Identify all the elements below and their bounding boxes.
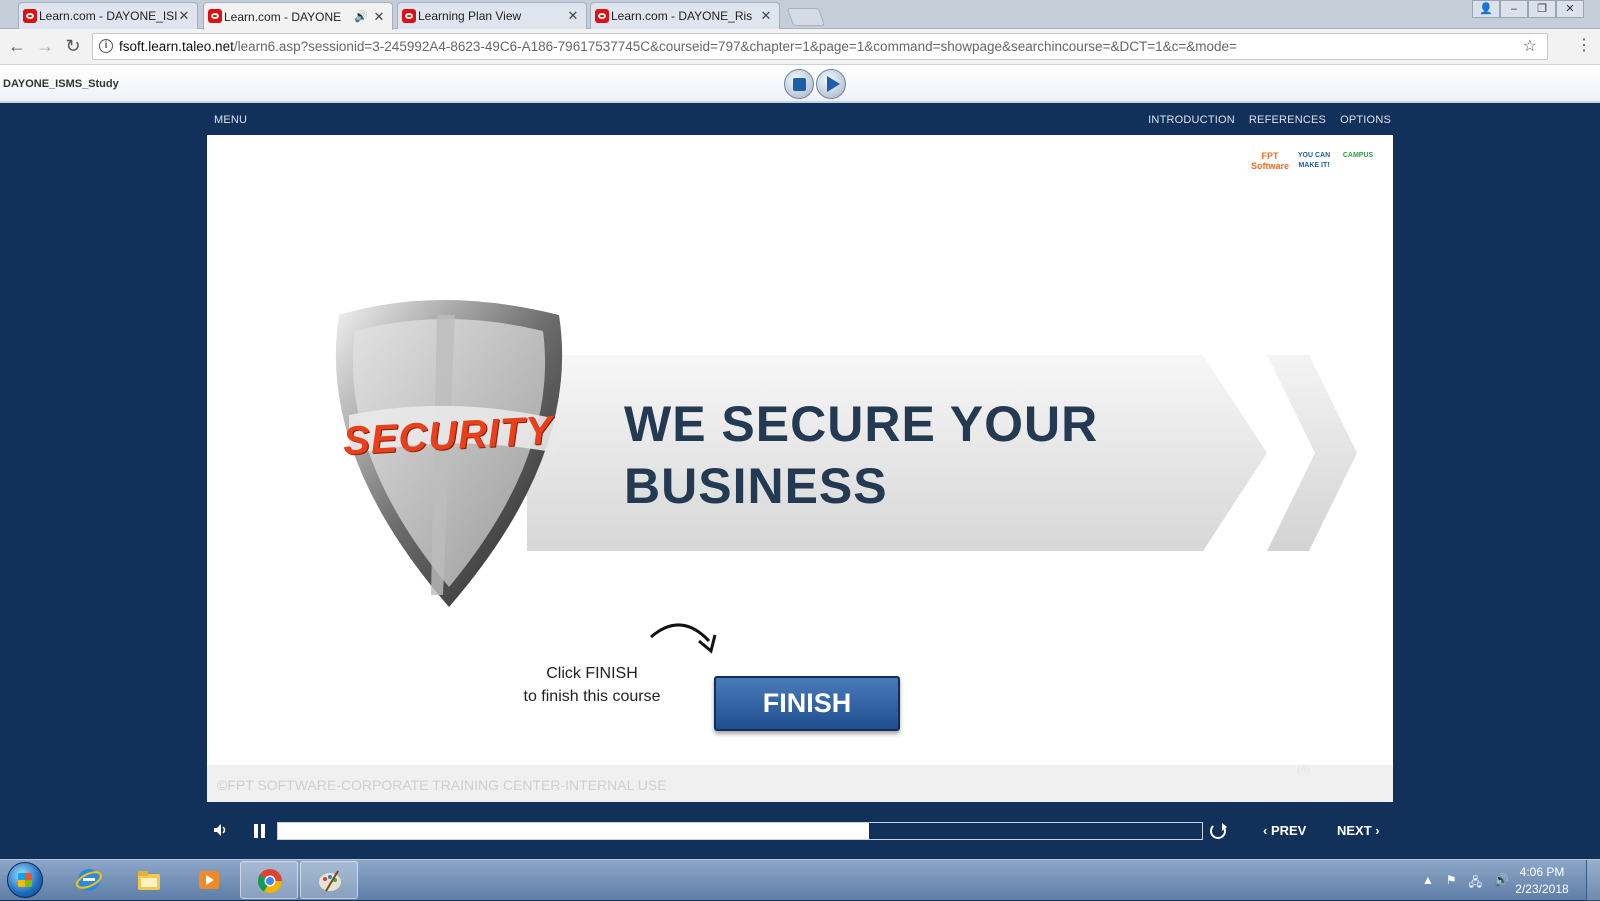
back-arrow-icon[interactable]: ← bbox=[6, 35, 28, 57]
tab-title: Learning Plan View bbox=[418, 9, 522, 23]
tab-audio-icon[interactable]: 🔊 bbox=[354, 10, 368, 23]
close-tab-icon[interactable]: ✕ bbox=[177, 8, 191, 24]
browser-menu-icon[interactable]: ⋮ bbox=[1576, 35, 1592, 55]
close-window-icon[interactable]: ✕ bbox=[1556, 0, 1584, 18]
prev-label: PREV bbox=[1270, 823, 1307, 838]
windows-taskbar: ▲ ⚑ 🖧 🔊 4:06 PM 2/23/2018 bbox=[0, 859, 1600, 901]
introduction-link[interactable]: INTRODUCTION bbox=[1148, 114, 1235, 126]
slide-footer: ©FPT SOFTWARE-CORPORATE TRAINING CENTER-… bbox=[207, 763, 1393, 802]
site-info-icon[interactable]: i bbox=[99, 39, 113, 53]
learn-favicon-icon bbox=[208, 9, 222, 23]
you-can-make-it-logo: YOU CAN MAKE IT! bbox=[1297, 152, 1331, 169]
prev-button[interactable]: ‹ PREV bbox=[1263, 823, 1306, 838]
forward-arrow-icon[interactable]: → bbox=[34, 35, 56, 57]
folder-icon bbox=[138, 871, 160, 890]
brand-logos: FPT Software YOU CAN MAKE IT! CAMPUS bbox=[1251, 151, 1377, 181]
browser-tab[interactable]: Learn.com - DAYONE_Ris ✕ bbox=[590, 2, 780, 29]
close-tab-icon[interactable]: ✕ bbox=[759, 8, 773, 24]
new-tab-button[interactable] bbox=[786, 8, 826, 26]
window-controls: 👤 – ❐ ✕ bbox=[1472, 0, 1584, 18]
player-top-links: INTRODUCTION REFERENCES OPTIONS bbox=[1148, 114, 1391, 126]
finish-button[interactable]: FINISH bbox=[714, 676, 900, 731]
play-button[interactable] bbox=[816, 69, 846, 99]
restore-icon[interactable]: ❐ bbox=[1528, 0, 1556, 18]
taskbar-media-player[interactable] bbox=[180, 861, 238, 899]
taskbar-file-explorer[interactable] bbox=[120, 861, 178, 899]
reload-icon[interactable]: ↻ bbox=[62, 35, 84, 57]
hint-line-2: to finish this course bbox=[523, 688, 661, 705]
paint-icon bbox=[319, 870, 341, 892]
finish-hint: Click FINISH to finish this course bbox=[497, 662, 687, 708]
next-button[interactable]: NEXT › bbox=[1337, 823, 1380, 838]
show-desktop-button[interactable] bbox=[1586, 860, 1600, 901]
url-host: fsoft.learn.taleo.net bbox=[119, 39, 234, 54]
headline-line-1: WE SECURE YOUR bbox=[624, 396, 1099, 452]
taskbar-internet-explorer[interactable] bbox=[60, 861, 118, 899]
tab-title: Learn.com - DAYONE_ISI bbox=[39, 9, 177, 23]
fpt-software-logo: FPT Software bbox=[1251, 151, 1290, 171]
course-slide: FPT Software YOU CAN MAKE IT! CAMPUS WE … bbox=[207, 135, 1393, 802]
references-link[interactable]: REFERENCES bbox=[1249, 114, 1326, 126]
minimize-icon[interactable]: – bbox=[1500, 0, 1528, 18]
lms-header: DAYONE_ISMS_Study bbox=[0, 65, 1600, 103]
volume-icon[interactable] bbox=[213, 823, 229, 837]
hint-line-1: Click FINISH bbox=[546, 665, 638, 682]
system-tray: ▲ ⚑ 🖧 🔊 bbox=[1422, 873, 1509, 894]
bookmark-star-icon[interactable]: ☆ bbox=[1523, 34, 1537, 59]
headline-line-2: BUSINESS bbox=[624, 458, 888, 514]
playback-progress-bar[interactable] bbox=[277, 822, 1203, 840]
action-center-flag-icon[interactable]: ⚑ bbox=[1446, 873, 1457, 894]
progress-fill bbox=[278, 823, 870, 839]
chrome-icon bbox=[257, 869, 282, 894]
learn-favicon-icon bbox=[23, 9, 37, 23]
close-tab-icon[interactable]: ✕ bbox=[372, 9, 386, 25]
next-label: NEXT bbox=[1337, 823, 1372, 838]
close-tab-icon[interactable]: ✕ bbox=[566, 8, 580, 24]
options-link[interactable]: OPTIONS bbox=[1340, 114, 1391, 126]
browser-tab-active[interactable]: Learn.com - DAYONE 🔊 ✕ bbox=[203, 2, 393, 30]
browser-tab-strip: Learn.com - DAYONE_ISI ✕ Learn.com - DAY… bbox=[0, 0, 1600, 30]
internet-explorer-icon bbox=[75, 869, 103, 891]
copyright-text: ©FPT SOFTWARE-CORPORATE TRAINING CENTER-… bbox=[217, 777, 667, 793]
learn-favicon-icon bbox=[402, 9, 416, 23]
speaker-icon[interactable]: 🔊 bbox=[1494, 873, 1509, 894]
system-clock[interactable]: 4:06 PM 2/23/2018 bbox=[1508, 864, 1576, 898]
network-icon[interactable]: 🖧 bbox=[1469, 873, 1482, 894]
browser-tab[interactable]: Learning Plan View ✕ bbox=[397, 2, 587, 29]
stop-icon bbox=[793, 78, 806, 91]
curved-arrow-icon bbox=[650, 623, 717, 654]
play-icon bbox=[827, 76, 840, 92]
learn-favicon-icon bbox=[595, 9, 609, 23]
tab-title: Learn.com - DAYONE_Ris bbox=[611, 9, 753, 23]
taskbar-paint[interactable] bbox=[300, 861, 358, 899]
taskbar-chrome[interactable] bbox=[240, 861, 298, 899]
replay-icon[interactable] bbox=[1210, 823, 1227, 839]
campus-logo: CAMPUS bbox=[1342, 152, 1374, 159]
clock-date: 2/23/2018 bbox=[1515, 882, 1569, 896]
start-button[interactable] bbox=[7, 862, 43, 898]
pause-button[interactable] bbox=[254, 824, 266, 838]
clock-time: 4:06 PM bbox=[1519, 865, 1565, 879]
menu-link[interactable]: MENU bbox=[214, 114, 247, 126]
stop-button[interactable] bbox=[784, 69, 814, 99]
browser-toolbar: ← → ↻ i fsoft.learn.taleo.net/learn6.asp… bbox=[0, 29, 1600, 65]
course-name: DAYONE_ISMS_Study bbox=[3, 78, 119, 90]
slide-headline: WE SECURE YOUR BUSINESS bbox=[624, 393, 1098, 517]
address-bar[interactable]: i fsoft.learn.taleo.net/learn6.asp?sessi… bbox=[92, 33, 1548, 60]
media-player-icon bbox=[199, 871, 219, 889]
browser-tab[interactable]: Learn.com - DAYONE_ISI ✕ bbox=[18, 2, 198, 29]
page-marker: (#) bbox=[1297, 763, 1311, 775]
chevron-arrow-icon bbox=[1267, 355, 1357, 551]
user-profile-icon[interactable]: 👤 bbox=[1472, 0, 1500, 18]
tab-title: Learn.com - DAYONE bbox=[224, 9, 342, 24]
url-path: /learn6.asp?sessionid=3-245992A4-8623-49… bbox=[233, 39, 1237, 54]
show-hidden-icons-icon[interactable]: ▲ bbox=[1422, 873, 1434, 894]
